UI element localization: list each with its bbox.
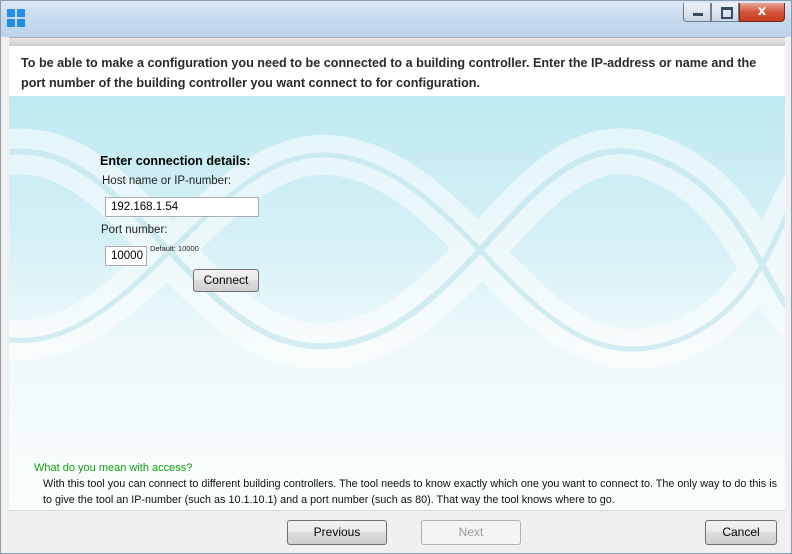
setup-wizard-window: x To be able to make a configuration you… xyxy=(0,0,792,554)
cancel-button[interactable]: Cancel xyxy=(705,520,777,545)
minimize-icon xyxy=(693,13,703,16)
instruction-header: To be able to make a configuration you n… xyxy=(9,46,785,96)
connect-button[interactable]: Connect xyxy=(193,269,259,292)
maximize-icon xyxy=(721,7,733,19)
close-icon: x xyxy=(757,4,767,19)
close-button[interactable]: x xyxy=(739,3,785,22)
maximize-button[interactable] xyxy=(711,3,739,22)
host-label: Host name or IP-number: xyxy=(102,175,232,187)
port-default-hint: Default: 10000 xyxy=(150,244,199,253)
connection-section-title: Enter connection details: xyxy=(100,154,251,168)
port-input[interactable]: 10000 xyxy=(105,246,147,266)
content-panel: Enter connection details: Host name or I… xyxy=(9,96,785,510)
next-button[interactable]: Next xyxy=(421,520,521,545)
app-icon xyxy=(7,9,25,27)
instruction-text: To be able to make a configuration you n… xyxy=(21,56,757,90)
host-input[interactable]: 192.168.1.54 xyxy=(105,197,259,217)
minimize-button[interactable] xyxy=(683,3,711,22)
help-text: With this tool you can connect to differ… xyxy=(43,478,778,506)
previous-button[interactable]: Previous xyxy=(287,520,387,545)
title-bar[interactable]: x xyxy=(1,1,791,37)
port-label: Port number: xyxy=(101,224,168,236)
wizard-footer: Previous Next Cancel xyxy=(9,510,785,548)
help-title: What do you mean with access? xyxy=(34,462,193,474)
window-controls: x xyxy=(683,3,785,23)
